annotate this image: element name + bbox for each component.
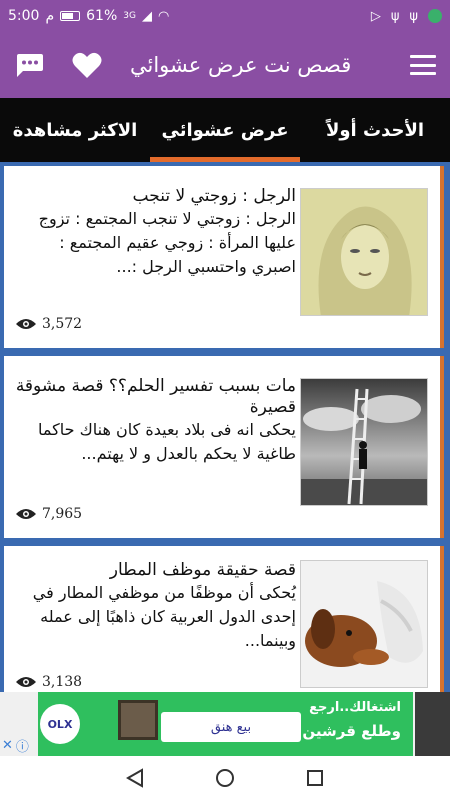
play-store-icon: ▷	[370, 8, 381, 24]
eye-icon	[16, 509, 36, 519]
ad-headline: اشتغالك..ارجع	[309, 700, 401, 715]
battery-percent: 61%	[86, 8, 118, 24]
ad-subheadline: وطلع قرشين زيادة	[260, 722, 401, 740]
info-icon[interactable]: ⓘ	[16, 736, 29, 755]
view-count: 3,138	[16, 674, 82, 690]
usb-icon-2: ψ	[409, 8, 418, 24]
app-notification-icon	[428, 9, 442, 23]
system-nav-bar	[0, 756, 450, 800]
ad-choices[interactable]: ✕ ⓘ	[2, 736, 34, 755]
story-title: مات بسبب تفسير الحلم؟؟ قصة مشوقة قصيرة	[15, 376, 296, 417]
battery-icon	[60, 11, 81, 21]
story-title: قصة حقيقة موظف المطار	[109, 560, 296, 580]
view-count: 3,572	[16, 316, 82, 332]
tv-image	[118, 700, 158, 740]
tab-latest[interactable]: الأحدث أولاً	[300, 98, 450, 162]
menu-icon[interactable]	[410, 55, 436, 75]
chat-icon[interactable]	[14, 52, 44, 78]
status-time: 5:00	[8, 8, 40, 24]
story-list[interactable]: الرجل : زوجتي لا تنجب الرجل : زوجتي لا ت…	[0, 162, 450, 692]
signal-bars-icon: ◢	[141, 8, 152, 24]
view-count: 7,965	[16, 506, 82, 522]
story-excerpt: الرجل : زوجتي لا تنجب المجتمع : تزوج علي…	[38, 209, 296, 276]
tab-most-viewed[interactable]: الاكثر مشاهدة	[0, 98, 150, 162]
story-card[interactable]: الرجل : زوجتي لا تنجب الرجل : زوجتي لا ت…	[4, 166, 444, 348]
heart-icon[interactable]	[72, 51, 102, 79]
story-thumbnail	[300, 560, 428, 688]
app-bar: قصص نت عرض عشوائي	[0, 32, 450, 98]
home-icon[interactable]	[214, 767, 236, 789]
tab-bar: الاكثر مشاهدة عرض عشوائي الأحدث أولاً	[0, 98, 450, 162]
wifi-icon: ◠	[157, 8, 170, 24]
recents-icon[interactable]	[304, 767, 326, 789]
page-title: قصص نت عرض عشوائي	[130, 53, 352, 77]
story-thumbnail	[300, 378, 428, 506]
ad-creative[interactable]: OLX بيع هنق اشتغالك..ارجع وطلع قرشين زيا…	[38, 692, 413, 756]
story-thumbnail	[300, 188, 428, 316]
usb-icon: ψ	[390, 8, 400, 24]
olx-logo: OLX	[40, 704, 80, 744]
close-icon[interactable]: ✕	[2, 738, 13, 753]
story-excerpt: يُحكى أن موظفًا من موظفي المطار في إحدى …	[32, 583, 296, 650]
story-title: الرجل : زوجتي لا تنجب	[132, 186, 296, 206]
eye-icon	[16, 319, 36, 329]
back-icon[interactable]	[124, 767, 146, 789]
signal-icon: 3G	[123, 10, 136, 21]
ad-edge	[415, 692, 450, 756]
eye-icon	[16, 677, 36, 687]
story-card[interactable]: قصة حقيقة موظف المطار يُحكى أن موظفًا من…	[4, 546, 444, 692]
story-excerpt: يحكى انه فى بلاد بعيدة كان هناك حاكما طا…	[38, 420, 296, 463]
status-am-pm: م	[45, 8, 55, 24]
story-card[interactable]: مات بسبب تفسير الحلم؟؟ قصة مشوقة قصيرة ي…	[4, 356, 444, 538]
tab-random[interactable]: عرض عشوائي	[150, 98, 300, 162]
status-bar: 5:00 م 61% 3G ◢ ◠ ▷ ψ ψ	[0, 0, 450, 32]
ad-banner[interactable]: ✕ ⓘ OLX بيع هنق اشتغالك..ارجع وطلع قرشين…	[0, 692, 450, 756]
